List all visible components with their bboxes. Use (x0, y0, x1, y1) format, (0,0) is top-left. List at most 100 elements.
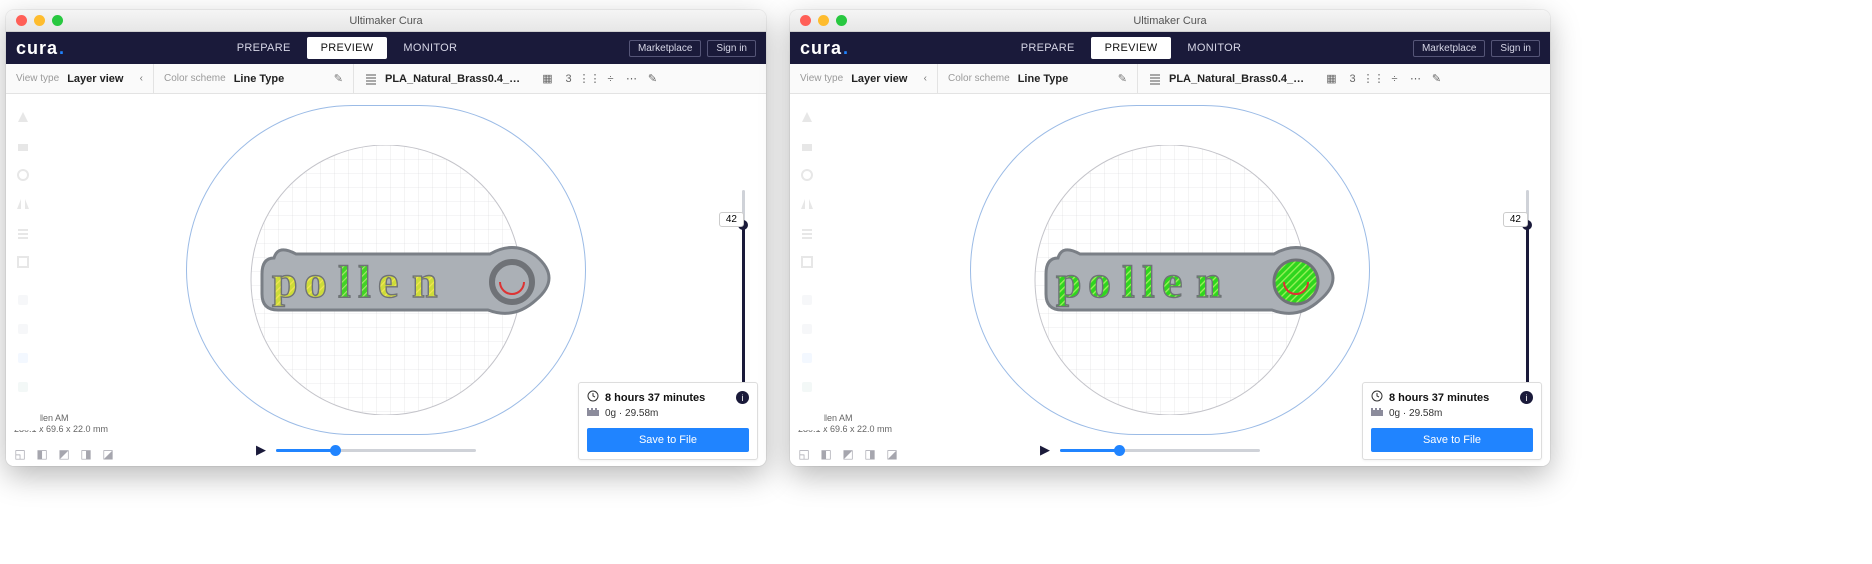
tab-preview[interactable]: PREVIEW (307, 37, 388, 59)
ext2-icon[interactable] (10, 316, 36, 342)
grid-icon[interactable]: ▦ (1325, 72, 1338, 85)
tab-prepare[interactable]: PREPARE (223, 37, 305, 59)
mesh-icon[interactable] (10, 220, 36, 246)
viewtype-dropdown[interactable]: View type Layer view ‹ (6, 64, 154, 93)
cura-window-right: Ultimaker Cura cura. PREPARE PREVIEW MON… (790, 10, 1550, 466)
material-icon (1371, 407, 1383, 420)
rotate-icon[interactable] (794, 162, 820, 188)
material-usage: 0g · 29.58m (605, 408, 658, 419)
save-to-file-button[interactable]: Save to File (587, 428, 749, 452)
marketplace-button[interactable]: Marketplace (629, 40, 701, 57)
pencil-icon[interactable]: ✎ (646, 72, 659, 85)
mirror-icon[interactable] (10, 191, 36, 217)
ext1-icon[interactable] (10, 287, 36, 313)
info-icon[interactable]: i (736, 391, 749, 404)
view-front-icon[interactable]: ◧ (34, 446, 50, 462)
rotate-icon[interactable] (10, 162, 36, 188)
action-panel: 8 hours 37 minutes i 0g · 29.58m Save to… (1362, 382, 1542, 460)
titlebar: Ultimaker Cura (6, 10, 766, 32)
marketplace-button[interactable]: Marketplace (1413, 40, 1485, 57)
view-left-icon[interactable]: ◨ (78, 446, 94, 462)
ext3-icon[interactable] (794, 345, 820, 371)
ext4-icon[interactable] (10, 374, 36, 400)
simulation-handle[interactable] (330, 445, 341, 456)
print-profile-bar[interactable]: PLA_Natural_Brass0.4_h0.2_AC 0... ▦ 3 ⋮⋮… (1138, 64, 1550, 93)
simulation-slider[interactable] (1060, 449, 1260, 452)
view-top-icon[interactable]: ◩ (840, 446, 856, 462)
adhesion-icon[interactable]: ÷ (1388, 72, 1401, 85)
view-top-icon[interactable]: ◩ (56, 446, 72, 462)
model-preview[interactable]: p o l l e n (1040, 240, 1350, 324)
window-title: Ultimaker Cura (790, 15, 1550, 27)
move-icon[interactable] (794, 104, 820, 130)
clock-icon (1371, 390, 1383, 405)
scale-icon[interactable] (794, 133, 820, 159)
grid-icon[interactable]: ▦ (541, 72, 554, 85)
ext3-icon[interactable] (10, 345, 36, 371)
view-right-icon[interactable]: ◪ (100, 446, 116, 462)
clock-icon (587, 390, 599, 405)
list-icon (364, 72, 377, 85)
cura-window-left: Ultimaker Cura cura. PREPARE PREVIEW MON… (6, 10, 766, 466)
chevron-down-icon: ‹ (140, 73, 143, 84)
colorscheme-dropdown[interactable]: Color scheme Line Type ✎ (938, 64, 1138, 93)
adhesion-icon[interactable]: ÷ (604, 72, 617, 85)
print-time: 8 hours 37 minutes (1389, 392, 1489, 404)
print-profile-bar[interactable]: PLA_Natural_Brass0.4_h0.2_AC 0... ▦ 3 ⋮⋮… (354, 64, 766, 93)
stage-tabs: PREPARE PREVIEW MONITOR (223, 37, 472, 59)
tab-monitor[interactable]: MONITOR (389, 37, 471, 59)
mesh-icon[interactable] (794, 220, 820, 246)
signin-button[interactable]: Sign in (1491, 40, 1540, 57)
tab-prepare[interactable]: PREPARE (1007, 37, 1089, 59)
transform-toolbar (790, 94, 824, 430)
play-icon[interactable]: ▶ (256, 442, 266, 458)
view-left-icon[interactable]: ◨ (862, 446, 878, 462)
svg-text:l: l (1122, 256, 1135, 307)
simulation-bar: ▶ (256, 442, 476, 458)
move-icon[interactable] (10, 104, 36, 130)
view-iso-icon[interactable]: ◱ (12, 446, 28, 462)
support-icon[interactable]: ⋮⋮ (1367, 72, 1380, 85)
save-to-file-button[interactable]: Save to File (1371, 428, 1533, 452)
scale-icon[interactable] (10, 133, 36, 159)
svg-text:l: l (358, 256, 371, 307)
svg-text:p: p (272, 256, 298, 307)
print-time: 8 hours 37 minutes (605, 392, 705, 404)
play-icon[interactable]: ▶ (1040, 442, 1050, 458)
colorscheme-dropdown[interactable]: Color scheme Line Type ✎ (154, 64, 354, 93)
viewtype-dropdown[interactable]: View type Layer view ‹ (790, 64, 938, 93)
viewport-area[interactable]: p o l l e n 42 Pol (6, 94, 766, 466)
ext4-icon[interactable] (794, 374, 820, 400)
tab-preview[interactable]: PREVIEW (1091, 37, 1172, 59)
simulation-handle[interactable] (1114, 445, 1125, 456)
ext2-icon[interactable] (794, 316, 820, 342)
navbar: cura. PREPARE PREVIEW MONITOR Marketplac… (6, 32, 766, 64)
ext1-icon[interactable] (794, 287, 820, 313)
mirror-icon[interactable] (794, 191, 820, 217)
layer-number-badge[interactable]: 42 (1503, 212, 1528, 227)
cura-logo: cura. (16, 38, 65, 59)
info-icon[interactable]: i (1520, 391, 1533, 404)
camera-views: ◱ ◧ ◩ ◨ ◪ (12, 446, 116, 462)
layer-number-badge[interactable]: 42 (719, 212, 744, 227)
view-right-icon[interactable]: ◪ (884, 446, 900, 462)
signin-button[interactable]: Sign in (707, 40, 756, 57)
pencil-icon: ✎ (334, 72, 343, 85)
more-icon[interactable]: ⋯ (625, 72, 638, 85)
action-panel: 8 hours 37 minutes i 0g · 29.58m Save to… (578, 382, 758, 460)
tab-monitor[interactable]: MONITOR (1173, 37, 1255, 59)
model-preview[interactable]: p o l l e n (256, 240, 566, 324)
support-blocker-icon[interactable] (10, 249, 36, 275)
viewport-area[interactable]: p o l l e n 42 Pol (790, 94, 1550, 466)
transform-toolbar (6, 94, 40, 430)
svg-text:n: n (1196, 256, 1222, 307)
navbar: cura. PREPARE PREVIEW MONITOR Marketplac… (790, 32, 1550, 64)
pencil-icon[interactable]: ✎ (1430, 72, 1443, 85)
support-blocker-icon[interactable] (794, 249, 820, 275)
view-front-icon[interactable]: ◧ (818, 446, 834, 462)
view-iso-icon[interactable]: ◱ (796, 446, 812, 462)
more-icon[interactable]: ⋯ (1409, 72, 1422, 85)
support-icon[interactable]: ⋮⋮ (583, 72, 596, 85)
simulation-slider[interactable] (276, 449, 476, 452)
titlebar: Ultimaker Cura (790, 10, 1550, 32)
